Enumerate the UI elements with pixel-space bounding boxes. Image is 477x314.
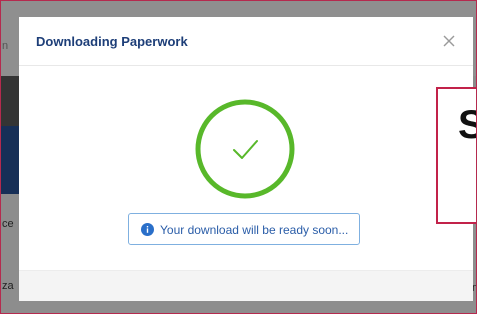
callout-card: S xyxy=(436,87,477,224)
modal-header: Downloading Paperwork xyxy=(19,17,473,66)
check-circle-icon xyxy=(195,99,295,199)
background-dark-block xyxy=(0,76,20,126)
modal-footer xyxy=(19,270,473,301)
info-message-text: Your download will be ready soon... xyxy=(160,223,349,237)
close-button[interactable] xyxy=(439,31,459,51)
info-icon xyxy=(141,223,154,236)
download-modal: Downloading Paperwork Your download will… xyxy=(19,17,473,301)
background-text-fragment: n xyxy=(2,40,9,52)
modal-title: Downloading Paperwork xyxy=(36,34,188,49)
callout-heading: S xyxy=(458,103,477,147)
success-indicator xyxy=(193,97,297,201)
screen: n ce za n Downloading Paperwork Your dow… xyxy=(0,0,477,314)
close-icon xyxy=(443,35,455,47)
background-text-fragment: za xyxy=(2,280,14,292)
background-navy-block xyxy=(0,126,20,194)
background-text-fragment: ce xyxy=(2,218,14,230)
download-info-message: Your download will be ready soon... xyxy=(128,213,360,245)
